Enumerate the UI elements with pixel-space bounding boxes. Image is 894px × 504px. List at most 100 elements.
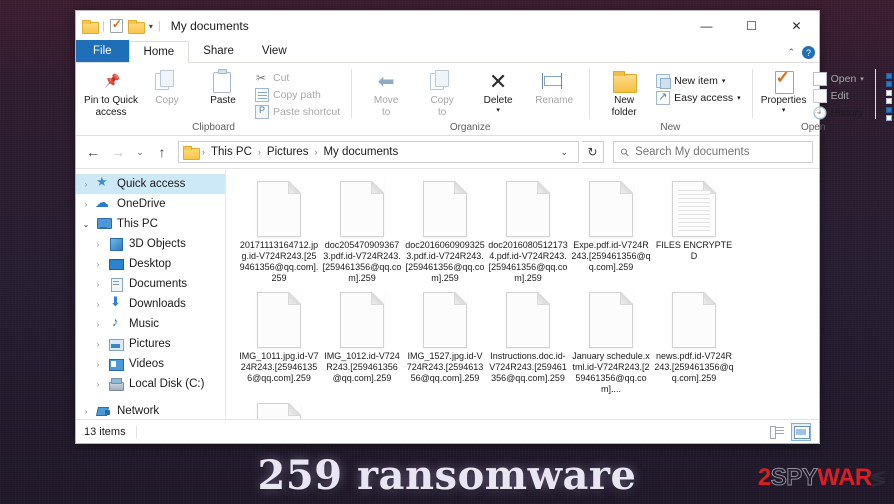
address-dropdown-icon[interactable]: ⌄ bbox=[554, 147, 574, 158]
details-view-icon[interactable] bbox=[767, 423, 787, 441]
new-folder-qat-icon[interactable] bbox=[127, 20, 145, 34]
folder-icon[interactable] bbox=[82, 20, 99, 34]
tab-file[interactable]: File bbox=[76, 40, 129, 62]
file-item[interactable]: January schedule.xtml.id-V724R243.[25946… bbox=[570, 292, 652, 395]
file-item[interactable]: doc20160805121734.pdf.id-V724R243.[25946… bbox=[487, 181, 569, 284]
copy-to-button[interactable]: Copy to bbox=[415, 67, 469, 118]
file-item[interactable]: 20171113164712.jpg.id-V724R243.[25946135… bbox=[238, 181, 320, 284]
chevron-right-icon[interactable]: › bbox=[93, 280, 103, 289]
file-item[interactable]: news.pdf.id-V724R243.[259461356@qq.com].… bbox=[653, 292, 735, 395]
breadcrumb-pictures[interactable]: Pictures bbox=[265, 146, 311, 158]
chevron-right-icon[interactable]: › bbox=[93, 340, 103, 349]
refresh-button[interactable]: ↻ bbox=[582, 141, 604, 163]
edit-button[interactable]: Edit bbox=[810, 88, 867, 104]
maximize-button[interactable]: ☐ bbox=[729, 11, 774, 41]
sidebar-item-quick-access[interactable]: › Quick access bbox=[76, 174, 225, 194]
recent-locations-icon[interactable]: ⌄ bbox=[132, 141, 148, 163]
delete-caret-icon[interactable]: ▾ bbox=[496, 107, 500, 115]
main-area: › Quick access › OneDrive ⌄ This PC › 3D… bbox=[76, 168, 819, 419]
paste-shortcut-label: Paste shortcut bbox=[273, 106, 341, 118]
rename-button[interactable]: Rename bbox=[527, 67, 581, 107]
properties-caret-icon[interactable]: ▾ bbox=[782, 107, 786, 115]
chevron-down-icon[interactable]: ▾ bbox=[149, 22, 153, 31]
sidebar-item-downloads[interactable]: › Downloads bbox=[76, 294, 225, 314]
cut-button[interactable]: Cut bbox=[252, 70, 343, 86]
sidebar-item-network[interactable]: › Network bbox=[76, 401, 225, 419]
file-item[interactable]: Records.pdf.id-V724R243.[259461356@qq.co… bbox=[238, 403, 320, 419]
select-none-button[interactable]: Select none bbox=[883, 89, 894, 105]
search-box[interactable]: ⚲ bbox=[613, 141, 813, 163]
new-item-caret-icon[interactable]: ▾ bbox=[722, 77, 726, 85]
large-icons-view-icon[interactable] bbox=[791, 422, 811, 441]
easy-access-caret-icon[interactable]: ▾ bbox=[737, 94, 741, 102]
back-button[interactable]: ← bbox=[82, 141, 104, 163]
move-to-button[interactable]: ⬅ Move to bbox=[359, 67, 413, 118]
new-item-button[interactable]: New item ▾ bbox=[653, 73, 743, 89]
sidebar-item-local-disk-c[interactable]: › Local Disk (C:) bbox=[76, 374, 225, 394]
sidebar-item-videos[interactable]: › Videos bbox=[76, 354, 225, 374]
sidebar-item-this-pc[interactable]: ⌄ This PC bbox=[76, 214, 225, 234]
search-input[interactable] bbox=[635, 146, 805, 158]
file-item[interactable]: IMG_1527.jpg.id-V724R243.[259461356@qq.c… bbox=[404, 292, 486, 395]
chevron-right-icon[interactable]: › bbox=[93, 260, 103, 269]
chevron-right-icon[interactable]: › bbox=[81, 407, 91, 416]
window-title: My documents bbox=[170, 19, 249, 33]
properties-check-icon[interactable] bbox=[109, 17, 123, 33]
window-controls: — ☐ ✕ bbox=[684, 11, 819, 41]
chevron-right-icon[interactable]: › bbox=[93, 300, 103, 309]
up-button[interactable]: ↑ bbox=[151, 141, 173, 163]
file-item[interactable]: IMG_1012.id-V724R243.[259461356@qq.com].… bbox=[321, 292, 403, 395]
copy-path-button[interactable]: Copy path bbox=[252, 87, 343, 103]
properties-button[interactable]: Properties ▾ bbox=[760, 67, 808, 115]
ribbon-body: Pin to Quick access Copy Paste Cut bbox=[76, 63, 894, 136]
breadcrumb-my-documents[interactable]: My documents bbox=[321, 146, 400, 158]
file-item[interactable]: Expe.pdf.id-V724R243.[259461356@qq.com].… bbox=[570, 181, 652, 284]
sidebar-item-3d-objects[interactable]: › 3D Objects bbox=[76, 234, 225, 254]
file-name: 20171113164712.jpg.id-V724R243.[25946135… bbox=[239, 240, 319, 283]
chevron-right-icon[interactable]: › bbox=[93, 320, 103, 329]
sidebar-item-onedrive[interactable]: › OneDrive bbox=[76, 194, 225, 214]
open-caret-icon[interactable]: ▾ bbox=[860, 75, 864, 83]
file-item[interactable]: IMG_1011.jpg.id-V724R243.[259461356@qq.c… bbox=[238, 292, 320, 395]
history-button[interactable]: History bbox=[810, 105, 867, 121]
file-list-pane[interactable]: 20171113164712.jpg.id-V724R243.[25946135… bbox=[226, 169, 819, 419]
chevron-right-icon[interactable]: › bbox=[93, 360, 103, 369]
pin-to-quick-access-button[interactable]: Pin to Quick access bbox=[84, 67, 138, 118]
tab-view[interactable]: View bbox=[248, 40, 301, 62]
sidebar-item-documents[interactable]: › Documents bbox=[76, 274, 225, 294]
easy-access-button[interactable]: Easy access ▾ bbox=[653, 90, 743, 106]
sidebar-item-desktop[interactable]: › Desktop bbox=[76, 254, 225, 274]
forward-button[interactable]: → bbox=[107, 141, 129, 163]
chevron-down-icon[interactable]: ⌄ bbox=[81, 220, 91, 229]
minimize-button[interactable]: — bbox=[684, 11, 729, 41]
copy-button[interactable]: Copy bbox=[140, 67, 194, 107]
chevron-right-icon[interactable]: › bbox=[93, 240, 103, 249]
open-button[interactable]: Open ▾ bbox=[810, 71, 867, 87]
sidebar-item-pictures[interactable]: › Pictures bbox=[76, 334, 225, 354]
navigation-pane: › Quick access › OneDrive ⌄ This PC › 3D… bbox=[76, 169, 226, 419]
file-item-ransom-note[interactable]: FILES ENCRYPTED bbox=[653, 181, 735, 284]
sidebar-item-music[interactable]: › Music bbox=[76, 314, 225, 334]
chevron-right-icon[interactable]: › bbox=[93, 380, 103, 389]
close-button[interactable]: ✕ bbox=[774, 11, 819, 41]
select-all-button[interactable]: Select all bbox=[883, 72, 894, 88]
address-field[interactable]: › This PC › Pictures › My documents ⌄ bbox=[178, 141, 579, 163]
paste-button[interactable]: Paste bbox=[196, 67, 250, 107]
help-icon[interactable]: ? bbox=[802, 46, 815, 59]
copy-to-icon bbox=[430, 69, 454, 95]
invert-selection-button[interactable]: Invert selection bbox=[883, 106, 894, 122]
file-name: Expe.pdf.id-V724R243.[259461356@qq.com].… bbox=[571, 240, 651, 272]
delete-button[interactable]: ✕ Delete ▾ bbox=[471, 67, 525, 115]
copy-icon bbox=[155, 69, 179, 95]
breadcrumb-this-pc[interactable]: This PC bbox=[209, 146, 254, 158]
tab-share[interactable]: Share bbox=[189, 40, 248, 62]
chevron-right-icon[interactable]: › bbox=[81, 180, 91, 189]
paste-shortcut-button[interactable]: Paste shortcut bbox=[252, 104, 343, 120]
new-folder-button[interactable]: New folder bbox=[597, 67, 651, 118]
file-item[interactable]: Instructions.doc.id-V724R243.[259461356@… bbox=[487, 292, 569, 395]
tab-home[interactable]: Home bbox=[128, 41, 190, 63]
file-item[interactable]: doc2054709093673.pdf.id-V724R243.[259461… bbox=[321, 181, 403, 284]
collapse-ribbon-icon[interactable]: ⌃ bbox=[787, 47, 795, 58]
chevron-right-icon[interactable]: › bbox=[81, 200, 91, 209]
file-item[interactable]: doc20160609093253.pdf.id-V724R243.[25946… bbox=[404, 181, 486, 284]
